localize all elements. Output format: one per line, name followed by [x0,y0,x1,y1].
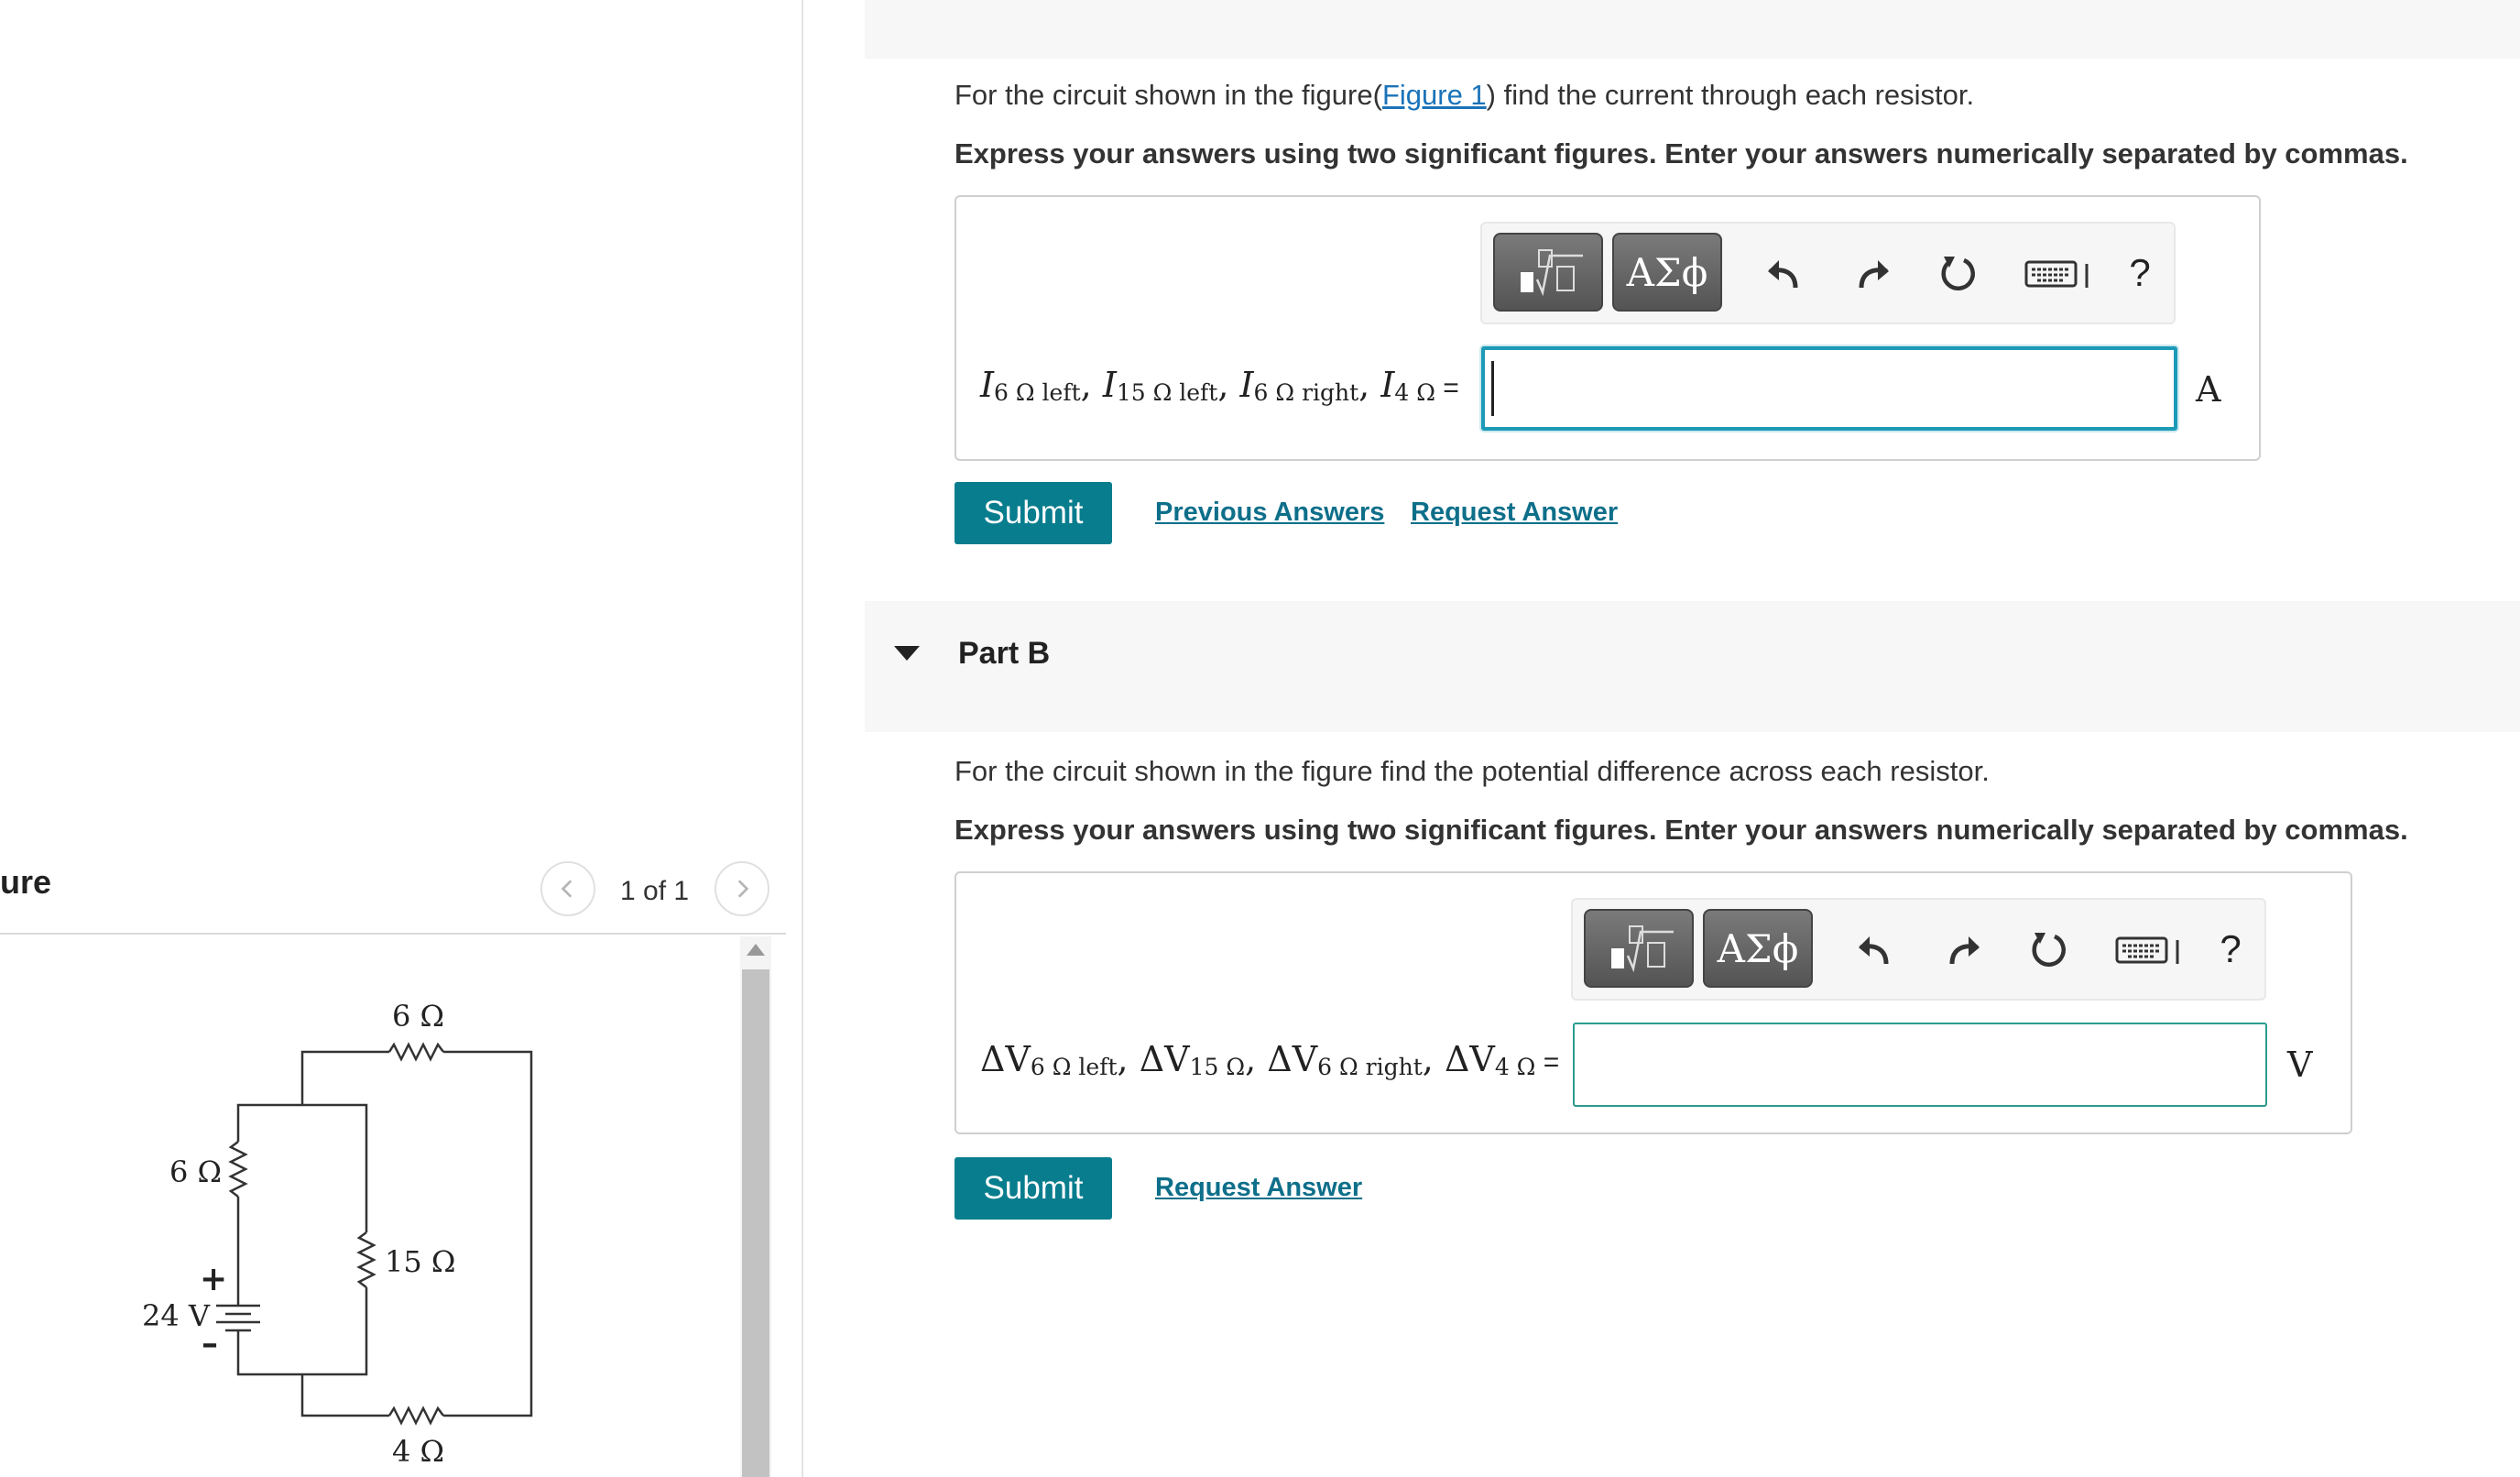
text-caret [1491,361,1494,416]
pager-text: 1 of 1 [620,876,690,906]
partA-instruction: Express your answers using two significa… [955,137,2408,170]
previous-answers-link[interactable]: Previous Answers [1155,498,1384,528]
wire-middle [236,1103,368,1232]
partB-prompt: For the circuit shown in the figure find… [955,755,1990,787]
collapse-caret-icon[interactable] [894,646,920,661]
templates-icon [1521,249,1583,297]
symbols-button[interactable]: ΑΣϕ [1612,233,1722,312]
pager-next-button[interactable] [715,861,769,916]
partB-variables-label: ΔV6 Ω left, ΔV15 Ω, ΔV6 Ω right, ΔV4 Ω = [980,1039,1560,1080]
partB-title: Part B [958,636,1051,671]
figure-panel: ure 1 of 1 6 Ω 6 Ω 15 Ω 4 Ω 24 V + – [0,0,803,1477]
label-battery: 24 V [142,1298,211,1333]
chevron-right-icon [737,880,749,898]
label-r-top: 6 Ω [392,999,444,1034]
redo-button[interactable] [1939,924,1991,975]
help-button[interactable]: ? [2205,924,2256,975]
label-r-bottom: 4 Ω [392,1434,444,1469]
undo-button[interactable] [1848,924,1899,975]
partA-submit-button[interactable]: Submit [955,482,1112,544]
figure-title: ure [0,863,52,901]
undo-icon [1768,260,1798,289]
scroll-up-arrow-icon[interactable] [747,944,765,956]
figure-1-link[interactable]: Figure 1 [1382,79,1487,111]
templates-button[interactable] [1493,233,1603,312]
circuit-diagram: 6 Ω 6 Ω 15 Ω 4 Ω 24 V + – [142,999,533,1469]
partB-submit-button[interactable]: Submit [955,1157,1112,1220]
partA-answer-input[interactable] [1481,346,2177,431]
keyboard-icon [2024,260,2089,288]
reset-icon [2032,933,2066,967]
redo-icon [1949,936,1980,965]
wire-middle-lower [236,1287,368,1376]
chevron-left-icon [561,880,573,898]
wire-top-right [443,1050,533,1417]
reset-button[interactable] [2024,924,2075,975]
help-button[interactable]: ? [2114,247,2165,299]
templates-button[interactable] [1584,909,1694,988]
partB-instruction: Express your answers using two significa… [955,814,2408,846]
partA-unit: A [2196,369,2221,410]
templates-icon [1611,925,1674,973]
resistor-left-6ohm [228,1141,248,1198]
battery-plates [216,1304,260,1351]
partA-prompt-before: For the circuit shown in the figure( [955,79,1382,111]
partB-request-answer-link[interactable]: Request Answer [1155,1173,1362,1203]
partA-math-toolbar: ΑΣϕ ? [1480,222,2176,324]
partA-prompt: For the circuit shown in the figure(Figu… [955,79,1974,112]
partB-answer-input[interactable] [1573,1023,2267,1107]
label-minus: – [202,1324,218,1362]
wire-top-left [300,1050,389,1105]
partA-request-answer-link[interactable]: Request Answer [1411,498,1618,528]
label-r-middle: 15 Ω [385,1244,455,1279]
reset-icon [1941,257,1975,290]
keyboard-icon [2115,936,2179,964]
wire-bottom-left [300,1374,389,1417]
partB-header[interactable] [865,601,2520,732]
undo-icon [1859,936,1889,965]
resistor-top-6ohm [387,1042,444,1062]
panel-divider [802,0,803,1477]
figure-scrollbar-thumb[interactable] [742,969,769,1477]
partA-prompt-after: ) find the current through each resistor… [1486,79,1975,111]
partA-header-strip [865,0,2520,59]
symbols-button[interactable]: ΑΣϕ [1703,909,1813,988]
redo-icon [1859,260,1889,289]
partB-math-toolbar: ΑΣϕ ? [1571,898,2266,1001]
resistor-bottom-4ohm [387,1406,444,1426]
undo-button[interactable] [1757,247,1808,299]
keyboard-button[interactable] [2023,247,2096,299]
label-r-left: 6 Ω [169,1154,222,1189]
partB-unit: V [2287,1045,2313,1085]
keyboard-button[interactable] [2113,924,2187,975]
partA-variables-label: I6 Ω left, I15 Ω left, I6 Ω right, I4 Ω … [980,365,1459,406]
reset-button[interactable] [1933,247,1984,299]
redo-button[interactable] [1849,247,1900,299]
resistor-middle-15ohm [356,1231,376,1288]
label-plus: + [200,1260,227,1298]
pager-prev-button[interactable] [540,861,595,916]
